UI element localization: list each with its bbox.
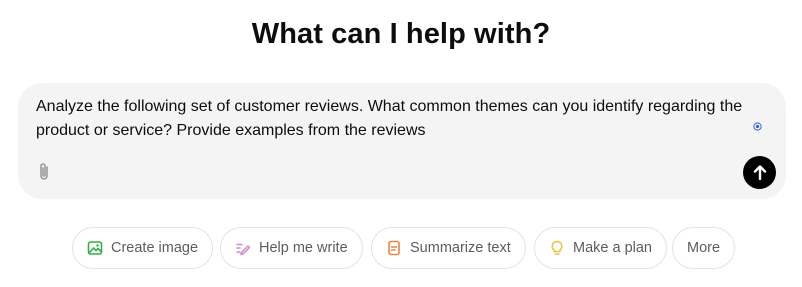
chip-label: Make a plan [573,240,652,256]
image-icon [87,241,103,255]
send-button[interactable] [743,156,776,189]
summarize-text-button[interactable]: Summarize text [371,227,526,269]
chip-label: Summarize text [410,240,511,256]
suggestion-chips: Create image Help me write Summarize tex… [0,227,802,269]
grammar-check-icon[interactable] [753,122,762,131]
pen-icon [236,243,251,256]
page-title: What can I help with? [251,18,551,50]
chip-label: More [687,240,721,256]
attach-icon[interactable] [34,161,54,183]
make-a-plan-button[interactable]: Make a plan [534,227,667,269]
chip-label: Help me write [259,240,348,256]
document-icon [388,240,400,256]
lightbulb-icon [551,240,563,255]
arrow-up-icon [753,165,766,181]
help-me-write-button[interactable]: Help me write [220,227,363,269]
chip-label: Create image [111,240,199,256]
more-button[interactable]: More [672,227,736,269]
prompt-composer[interactable]: Analyze the following set of customer re… [18,83,786,199]
create-image-button[interactable]: Create image [72,227,214,269]
prompt-input[interactable]: Analyze the following set of customer re… [36,95,761,143]
